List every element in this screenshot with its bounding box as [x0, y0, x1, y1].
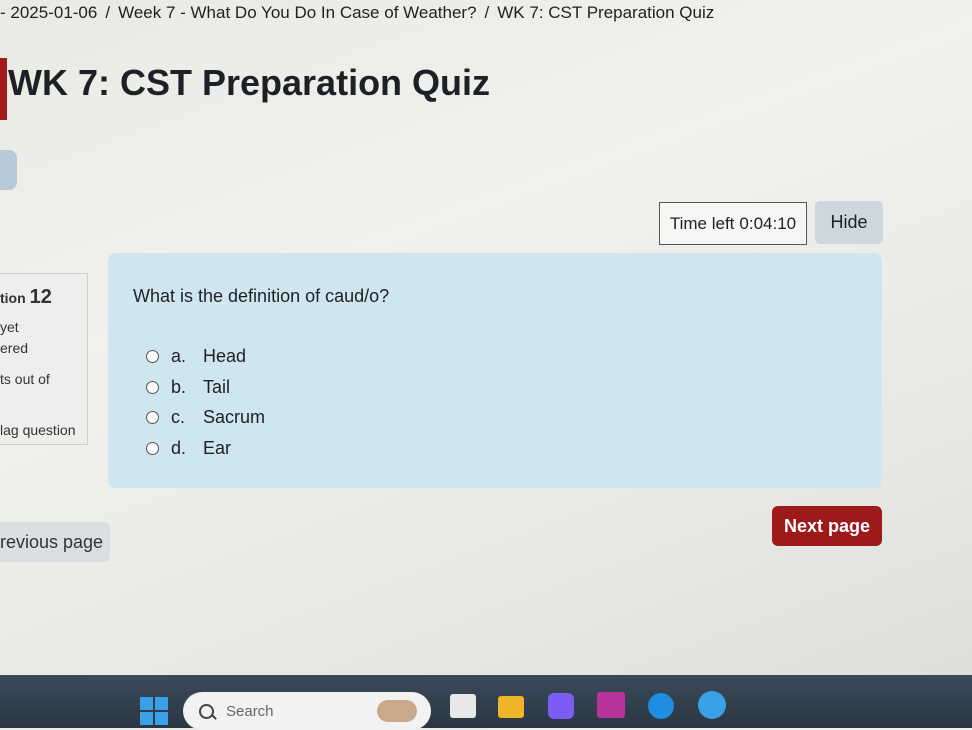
taskbar-search[interactable]: Search	[183, 692, 431, 730]
chrome-browser-icon[interactable]	[698, 691, 726, 719]
search-placeholder: Search	[226, 702, 274, 720]
title-accent-bar	[0, 58, 7, 120]
answer-option-d[interactable]: d. Ear	[146, 438, 231, 459]
radio-button[interactable]	[146, 411, 159, 424]
next-page-button[interactable]: Next page	[772, 506, 882, 546]
breadcrumb-item-date[interactable]: - 2025-01-06	[0, 3, 97, 22]
task-view-icon[interactable]	[450, 694, 476, 718]
answer-option-b[interactable]: b. Tail	[146, 377, 230, 398]
search-highlight-icon	[377, 700, 417, 722]
edge-browser-icon[interactable]	[648, 693, 674, 719]
question-status-line1: yet	[0, 319, 19, 335]
drawer-toggle-tab[interactable]	[0, 150, 17, 190]
breadcrumb: - 2025-01-06 / Week 7 - What Do You Do In …	[0, 3, 714, 23]
app-icon[interactable]	[597, 692, 625, 718]
previous-page-button[interactable]: revious page	[0, 522, 110, 562]
timer-value: 0:04:10	[739, 213, 797, 233]
quiz-timer: Time left 0:04:10	[659, 202, 807, 245]
question-status-line2: ered	[0, 340, 29, 356]
breadcrumb-separator: /	[105, 3, 111, 22]
answer-option-a[interactable]: a. Head	[146, 346, 246, 367]
question-info-panel: tion 12 yet ered ts out of lag question	[0, 273, 88, 445]
breadcrumb-separator: /	[484, 3, 490, 22]
question-number-label: tion	[0, 290, 26, 306]
option-letter: c.	[171, 407, 186, 427]
radio-button[interactable]	[146, 442, 159, 455]
radio-button[interactable]	[146, 381, 159, 394]
breadcrumb-item-week[interactable]: Week 7 - What Do You Do In Case of Weath…	[118, 3, 476, 22]
option-letter: d.	[171, 438, 187, 458]
question-text: What is the definition of caud/o?	[133, 286, 390, 306]
search-icon	[199, 703, 214, 719]
option-text: Ear	[203, 438, 232, 458]
timer-label: Time left	[669, 213, 735, 233]
question-content: What is the definition of caud/o? a. Hea…	[108, 253, 882, 488]
option-text: Sacrum	[203, 407, 266, 427]
option-letter: b.	[171, 377, 187, 397]
question-number-value: 12	[29, 286, 52, 308]
hide-timer-button[interactable]: Hide	[815, 201, 883, 244]
file-explorer-icon[interactable]	[498, 696, 524, 718]
answer-option-c[interactable]: c. Sacrum	[146, 407, 265, 428]
option-letter: a.	[171, 346, 187, 366]
page-title: WK 7: CST Preparation Quiz	[8, 62, 491, 103]
windows-start-icon[interactable]	[140, 697, 168, 725]
radio-button[interactable]	[146, 350, 159, 363]
copilot-icon[interactable]	[548, 693, 574, 719]
question-marks: ts out of	[0, 371, 50, 387]
question-number: tion 12	[0, 286, 52, 309]
breadcrumb-item-quiz[interactable]: WK 7: CST Preparation Quiz	[497, 3, 714, 22]
option-text: Tail	[203, 377, 231, 397]
option-text: Head	[203, 346, 247, 366]
flag-question-link[interactable]: lag question	[0, 422, 76, 438]
